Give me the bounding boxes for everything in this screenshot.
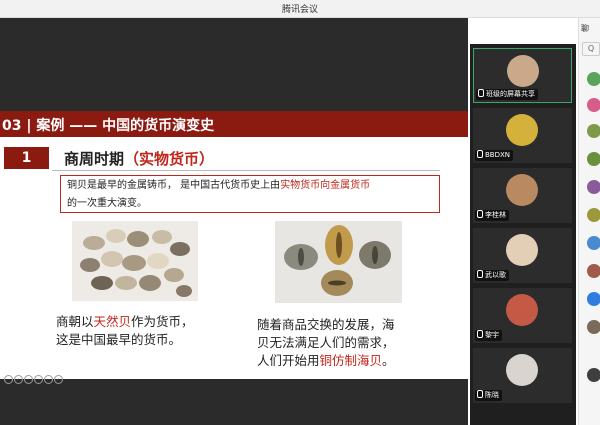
mic-icon	[477, 330, 483, 338]
mic-icon	[477, 390, 483, 398]
mic-icon	[477, 270, 483, 278]
left-caption-highlight: 天然贝	[93, 314, 132, 329]
left-caption-line2: 这是中国最早的货币。	[56, 332, 182, 347]
section-title: 商周时期（实物货币）	[64, 148, 214, 169]
app-title: 腾讯会议	[281, 5, 318, 15]
participant-avatar	[507, 55, 539, 87]
participant-tile[interactable]: 黎宇	[473, 288, 572, 343]
member-avatar[interactable]	[587, 152, 600, 166]
screen-share-icon	[478, 89, 484, 97]
participant-label: BBDXN	[475, 150, 514, 161]
left-caption-line1-pre: 商朝以	[56, 314, 94, 329]
prev-slide-icon[interactable]	[4, 375, 13, 384]
participant-name: 李桂林	[485, 211, 506, 219]
member-avatar[interactable]	[587, 98, 600, 112]
mic-icon	[477, 210, 483, 218]
right-caption-highlight: 铜仿制海贝	[319, 353, 383, 368]
participant-name: BBDXN	[485, 151, 511, 159]
left-caption-line1-post: 作为货币，	[131, 314, 194, 329]
natural-shells-photo	[72, 221, 198, 301]
right-caption-line3-pre: 人们开始用	[257, 353, 320, 368]
right-caption-line3-post: 。	[382, 353, 395, 368]
slide-header-title: 03 | 案例 —— 中国的货币演变史	[2, 118, 215, 134]
participant-name: 武以歌	[485, 271, 506, 279]
slide-header-bar: 03 | 案例 —— 中国的货币演变史	[0, 111, 468, 137]
participant-name: 陈晓	[485, 391, 499, 399]
info-text-part2: 的一次重大演变。	[67, 198, 147, 209]
participant-label: 班级的屏幕共享	[476, 89, 538, 100]
section-title-highlight: （实物货币）	[124, 150, 215, 168]
search-icon[interactable]: Q	[582, 42, 600, 56]
member-panel: 聊 Q	[578, 18, 600, 425]
participant-label: 武以歌	[475, 270, 509, 281]
participant-avatar	[506, 354, 538, 386]
section-title-main: 商周时期	[64, 150, 125, 168]
member-avatar[interactable]	[587, 72, 600, 86]
member-avatar[interactable]	[587, 320, 600, 334]
right-caption-line2: 贝无法满足人们的需求，	[257, 335, 395, 350]
member-avatar[interactable]	[587, 124, 600, 138]
more-icon[interactable]	[54, 375, 63, 384]
participant-name: 班级的屏幕共享	[486, 90, 535, 98]
participant-avatar	[506, 174, 538, 206]
info-text-part1: 铜贝是最早的金属铸币， 是中国古代货币史上由	[67, 180, 281, 191]
section-number-badge: 1	[4, 147, 49, 169]
pen-icon[interactable]	[24, 375, 33, 384]
right-caption: 随着商品交换的发展，海 贝无法满足人们的需求， 人们开始用铜仿制海贝。	[257, 316, 395, 370]
participant-avatar	[506, 114, 538, 146]
participant-tile[interactable]: 武以歌	[473, 228, 572, 283]
member-avatar[interactable]	[587, 368, 600, 382]
participant-label: 黎宇	[475, 330, 502, 341]
participant-label: 陈晓	[475, 390, 502, 401]
mic-icon	[477, 150, 483, 158]
member-avatar[interactable]	[587, 180, 600, 194]
left-caption: 商朝以天然贝作为货币， 这是中国最早的货币。	[56, 313, 194, 349]
participant-name: 黎宇	[485, 331, 499, 339]
slide-controls[interactable]	[4, 369, 64, 384]
grid-icon[interactable]	[44, 375, 53, 384]
participant-tile[interactable]: 班级的屏幕共享	[473, 48, 572, 103]
copper-shells-photo	[275, 221, 402, 303]
participant-tile[interactable]: 李桂林	[473, 168, 572, 223]
next-slide-icon[interactable]	[14, 375, 23, 384]
presentation-slide: 03 | 案例 —— 中国的货币演变史 1 商周时期（实物货币） 铜贝是最早的金…	[0, 111, 468, 384]
member-avatar[interactable]	[587, 264, 600, 278]
zoom-icon[interactable]	[34, 375, 43, 384]
right-caption-line1: 随着商品交换的发展，海	[257, 317, 395, 332]
participant-tile[interactable]: 陈晓	[473, 348, 572, 403]
participant-avatar	[506, 234, 538, 266]
chat-panel-tab[interactable]: 聊	[581, 23, 589, 34]
shared-screen-area: 03 | 案例 —— 中国的货币演变史 1 商周时期（实物货币） 铜贝是最早的金…	[0, 18, 468, 425]
member-avatar[interactable]	[587, 208, 600, 222]
section-divider	[52, 170, 440, 171]
info-text-highlight: 实物货币向金属货币	[280, 180, 371, 191]
window-title-bar: 腾讯会议	[0, 0, 600, 18]
participant-label: 李桂林	[475, 210, 509, 221]
info-box: 铜贝是最早的金属铸币， 是中国古代货币史上由实物货币向金属货币 的一次重大演变。	[60, 175, 440, 213]
participant-tile[interactable]: BBDXN	[473, 108, 572, 163]
participant-avatar	[506, 294, 538, 326]
participant-video-strip: 班级的屏幕共享 BBDXN 李桂林 武以歌 黎宇 陈晓	[470, 44, 576, 425]
member-avatar[interactable]	[587, 292, 600, 306]
member-avatar[interactable]	[587, 236, 600, 250]
